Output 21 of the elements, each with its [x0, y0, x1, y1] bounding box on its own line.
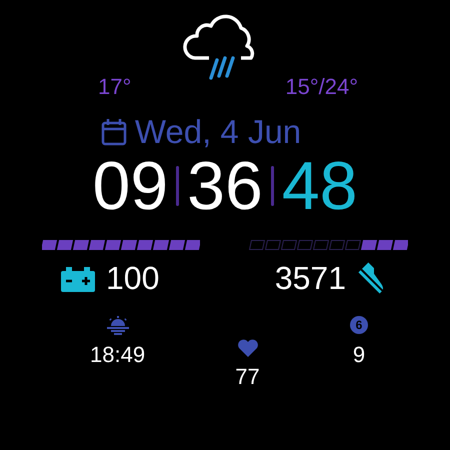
- empty-segment: [280, 240, 298, 250]
- minutes-text: 36: [187, 152, 263, 220]
- step-count-text: 3571: [274, 262, 346, 294]
- date-text: Wed, 4 Jun: [134, 115, 302, 148]
- current-temperature: 17°: [98, 73, 132, 101]
- hours-text: 09: [92, 152, 168, 220]
- notification-count-text: 9: [352, 344, 366, 366]
- empty-segment: [312, 240, 330, 250]
- sunset-time-text: 18:49: [90, 344, 146, 366]
- empty-segment: [248, 240, 266, 250]
- empty-segment: [264, 240, 282, 250]
- empty-segment: [296, 240, 314, 250]
- heart-icon: [236, 338, 259, 358]
- battery-level-text: 100: [106, 262, 160, 294]
- temperature-range: 15°/24°: [285, 73, 358, 101]
- empty-segment: [328, 240, 346, 250]
- heart-rate-text: 77: [235, 366, 260, 388]
- seconds-text: 48: [282, 152, 358, 220]
- sunset-icon: [106, 316, 130, 336]
- notification-badge: 6: [350, 316, 368, 334]
- calendar-icon: [100, 118, 127, 146]
